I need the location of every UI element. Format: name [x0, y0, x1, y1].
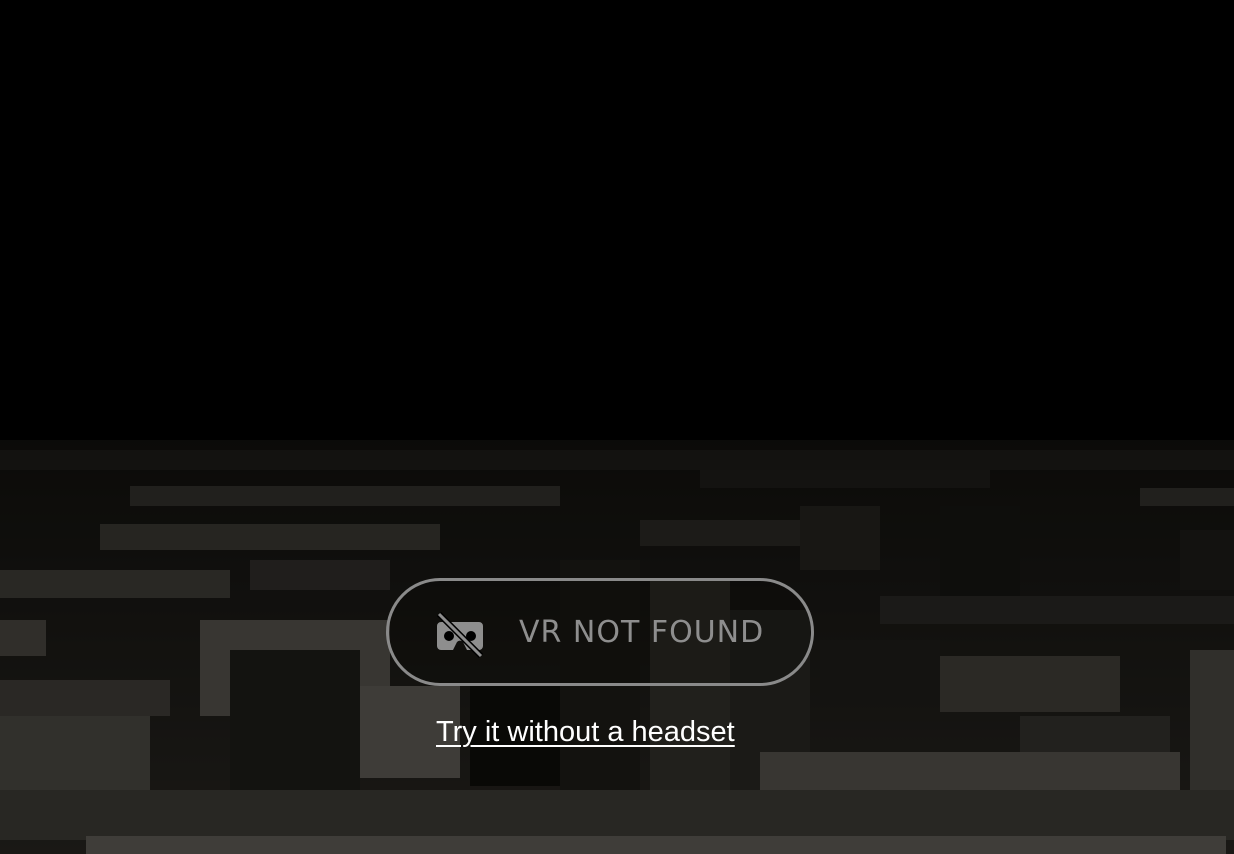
vr-headset-off-icon [436, 612, 484, 658]
try-without-headset-link[interactable]: Try it without a headset [436, 716, 735, 749]
vr-not-found-label: VR NOT FOUND [519, 615, 765, 650]
vr-not-found-button[interactable]: VR NOT FOUND [386, 578, 814, 686]
